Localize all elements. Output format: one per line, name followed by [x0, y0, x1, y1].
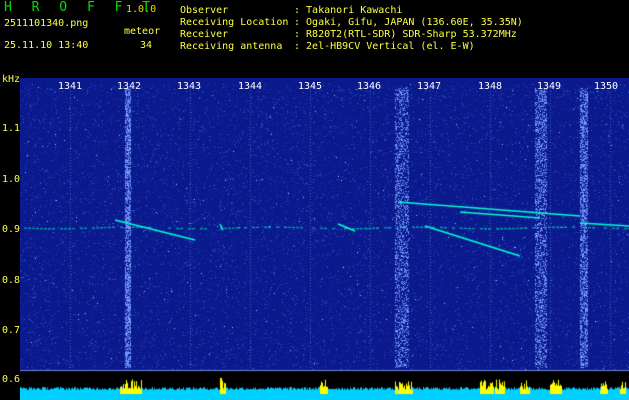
x-tick-1348: 1348: [477, 81, 503, 92]
x-tick-1346: 1346: [356, 81, 382, 92]
observer-value: : Takanori Kawachi: [294, 5, 403, 16]
x-tick-1342: 1342: [116, 81, 142, 92]
x-tick-1345: 1345: [297, 81, 323, 92]
antenna-value: : 2el-HB9CV Vertical (el. E-W): [294, 41, 475, 52]
y-tick-1-1: 1.1: [2, 123, 21, 134]
x-tick-1347: 1347: [416, 81, 442, 92]
x-tick-1341: 1341: [57, 81, 83, 92]
file-name: 2511101340.png: [4, 18, 89, 29]
y-tick-0-9: 0.9: [2, 224, 21, 235]
x-tick-1350: 1350: [593, 81, 619, 92]
location-label: Receiving Location: [180, 17, 289, 28]
file-datetime: 25.11.10 13:40: [4, 40, 89, 51]
antenna-label: Receiving antenna: [180, 41, 283, 52]
spectrogram: [20, 78, 629, 400]
x-tick-1344: 1344: [237, 81, 263, 92]
location-value: : Ogaki, Gifu, JAPAN (136.60E, 35.35N): [294, 17, 523, 28]
app-version: 1.0.0: [126, 4, 157, 15]
hrofft-window: H R O F F T 1.0.0 2511101340.png 25.11.1…: [0, 0, 629, 400]
y-tick-0-8: 0.8: [2, 275, 21, 286]
observer-label: Observer: [180, 5, 229, 16]
receiver-value: : R820T2(RTL-SDR) SDR-Sharp 53.372MHz: [294, 29, 517, 40]
y-tick-1-0: 1.0: [2, 174, 21, 185]
receiver-label: Receiver: [180, 29, 229, 40]
meteor-count-value: 34: [140, 40, 153, 51]
meteor-count-label: meteor: [124, 26, 161, 37]
x-tick-1343: 1343: [176, 81, 202, 92]
y-axis-unit: kHz: [2, 74, 21, 85]
y-tick-0-7: 0.7: [2, 325, 21, 336]
y-tick-0-6: 0.6: [2, 374, 21, 385]
x-tick-1349: 1349: [536, 81, 562, 92]
